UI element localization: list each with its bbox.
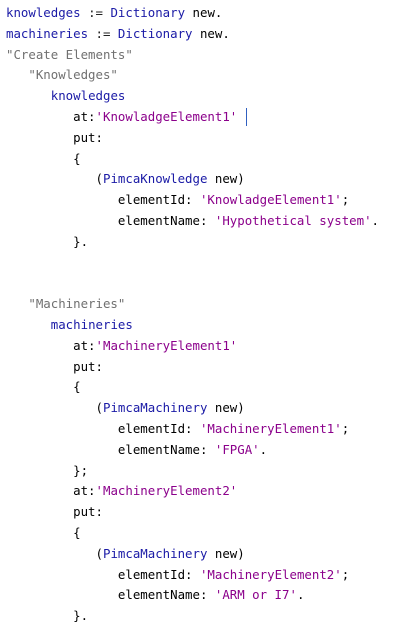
code-line: at:'MachineryElement2' [0, 481, 401, 502]
code-token: 'MachineryElement1' [95, 337, 238, 353]
code-line: elementName: 'Hypothetical system'. [0, 211, 401, 232]
code-line: elementId: 'MachineryElement1'; [0, 419, 401, 440]
code-token: := [88, 25, 118, 41]
code-token: 'MachineryElement2' [199, 566, 342, 582]
code-line: machineries [0, 315, 401, 336]
code-token: . [296, 587, 305, 603]
code-line: }. [0, 606, 401, 627]
code-token: new. [185, 5, 223, 20]
code-token: 'FPGA' [214, 441, 260, 457]
code-token: 'KnowladgeElement1' [199, 192, 342, 208]
code-token: 'KnowladgeElement1' [95, 108, 238, 124]
code-token: at: [6, 483, 96, 499]
code-token: { [6, 524, 81, 540]
code-token: Dictionary [110, 5, 186, 20]
code-token: . [371, 212, 379, 228]
code-token: }. [6, 233, 89, 249]
code-line: put: [0, 128, 401, 149]
code-line: at:'MachineryElement1' [0, 336, 401, 357]
code-token: 'MachineryElement2' [95, 483, 238, 499]
code-token: ; [341, 566, 350, 582]
code-token: }. [6, 608, 89, 624]
code-token: machineries [6, 25, 89, 41]
code-token: Dictionary [117, 25, 193, 41]
code-line: machineries := Dictionary new. [0, 24, 401, 45]
code-line: { [0, 149, 401, 170]
code-token: 'MachineryElement1' [199, 420, 342, 436]
code-token: 'Hypothetical system' [214, 212, 372, 228]
code-token: new. [192, 25, 230, 41]
code-line: knowledges := Dictionary new. [0, 3, 401, 24]
code-token: "Knowledges" [6, 67, 118, 83]
code-token: PimcaMachinery [102, 545, 208, 561]
code-token: "Machineries" [6, 296, 126, 312]
code-line: "Machineries" [0, 294, 401, 315]
code-token: new) [207, 400, 245, 416]
code-token: put: [6, 504, 103, 520]
code-line: }; [0, 461, 401, 482]
code-line: { [0, 523, 401, 544]
code-token: ( [6, 171, 103, 187]
code-line: put: [0, 357, 401, 378]
code-line: at:'KnowladgeElement1' [0, 107, 401, 128]
code-token: elementId: [6, 192, 200, 208]
code-token: put: [6, 358, 103, 374]
code-token: elementName: [6, 587, 215, 603]
code-line: (PimcaKnowledge new) [0, 169, 401, 190]
code-line: "Create Elements" [0, 45, 401, 66]
code-token: PimcaMachinery [102, 400, 208, 416]
code-line: "Knowledges" [0, 65, 401, 86]
code-token: knowledges [6, 5, 81, 20]
code-token: . [259, 441, 268, 457]
code-line: elementId: 'MachineryElement2'; [0, 565, 401, 586]
code-line: (PimcaMachinery new) [0, 544, 401, 565]
code-token: "Create Elements" [6, 46, 133, 62]
code-token: PimcaKnowledge [102, 171, 208, 187]
code-token: put: [6, 129, 103, 145]
code-token: ; [341, 420, 350, 436]
code-token: ; [341, 192, 350, 208]
code-token: ( [6, 400, 103, 416]
text-caret [246, 108, 248, 127]
code-line: (PimcaMachinery new) [0, 398, 401, 419]
code-line: knowledges [0, 86, 401, 107]
code-token: 'ARM or I7' [214, 587, 297, 603]
code-token: at: [6, 108, 96, 124]
code-token: elementName: [6, 441, 215, 457]
code-token: elementName: [6, 212, 215, 228]
code-token: ( [6, 545, 103, 561]
code-token: }; [6, 462, 89, 478]
code-line: { [0, 377, 401, 398]
code-token: := [80, 5, 111, 20]
code-token: { [6, 379, 81, 395]
code-line: elementName: 'ARM or I7'. [0, 585, 401, 606]
code-line: }. [0, 232, 401, 253]
code-token: new) [207, 171, 245, 187]
code-token: elementId: [6, 420, 200, 436]
code-token: { [6, 150, 81, 166]
code-editor[interactable]: knowledges := Dictionary new. machineries… [0, 0, 401, 623]
code-token: new) [207, 545, 245, 561]
code-token: knowledges [50, 88, 126, 104]
code-token: at: [6, 337, 96, 353]
code-token: machineries [50, 316, 133, 332]
code-line: elementName: 'FPGA'. [0, 440, 401, 461]
code-line: put: [0, 502, 401, 523]
code-token: elementId: [6, 566, 200, 582]
code-line: elementId: 'KnowladgeElement1'; [0, 190, 401, 211]
